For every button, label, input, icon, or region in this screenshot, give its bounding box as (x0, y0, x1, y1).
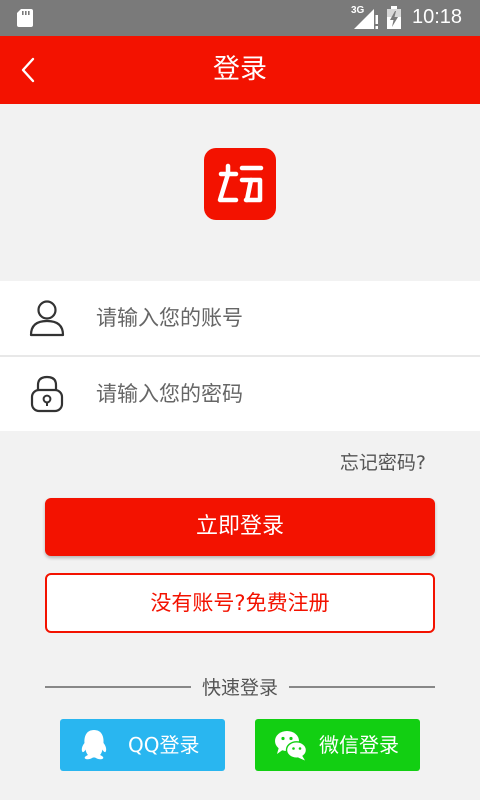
quick-login-title: 快速登录 (201, 677, 278, 699)
wechat-login-label: 微信登录 (319, 733, 399, 757)
qq-icon (81, 730, 107, 760)
network-type-label: 3G (351, 5, 365, 16)
login-form (0, 281, 480, 431)
password-input[interactable] (96, 374, 456, 414)
qq-login-label: QQ登录 (128, 733, 200, 757)
qq-login-button[interactable]: QQ登录 (60, 719, 225, 771)
app-logo-mark (217, 163, 264, 203)
divider-line-right (289, 686, 435, 688)
account-input[interactable] (96, 298, 456, 338)
battery-icon (387, 6, 401, 29)
status-time: 10:18 (412, 6, 463, 28)
sd-card-icon (17, 9, 33, 27)
lock-icon (30, 375, 64, 413)
wechat-icon (275, 731, 308, 761)
forgot-password-link[interactable]: 忘记密码? (340, 448, 426, 475)
back-button[interactable] (8, 46, 48, 94)
divider-line-left (45, 686, 191, 688)
wechat-login-button[interactable]: 微信登录 (255, 719, 420, 771)
account-row (0, 281, 480, 355)
password-row (0, 357, 480, 431)
status-bar: 3G 10:18 (0, 0, 480, 36)
back-arrow-icon (21, 57, 35, 83)
register-button[interactable]: 没有账号?免费注册 (45, 573, 435, 633)
page-title: 登录 (213, 54, 267, 85)
user-icon (29, 300, 65, 337)
login-button[interactable]: 立即登录 (45, 498, 435, 556)
app-logo (204, 148, 276, 220)
quick-login-divider: 快速登录 (45, 674, 435, 702)
app-bar: 登录 (0, 36, 480, 104)
